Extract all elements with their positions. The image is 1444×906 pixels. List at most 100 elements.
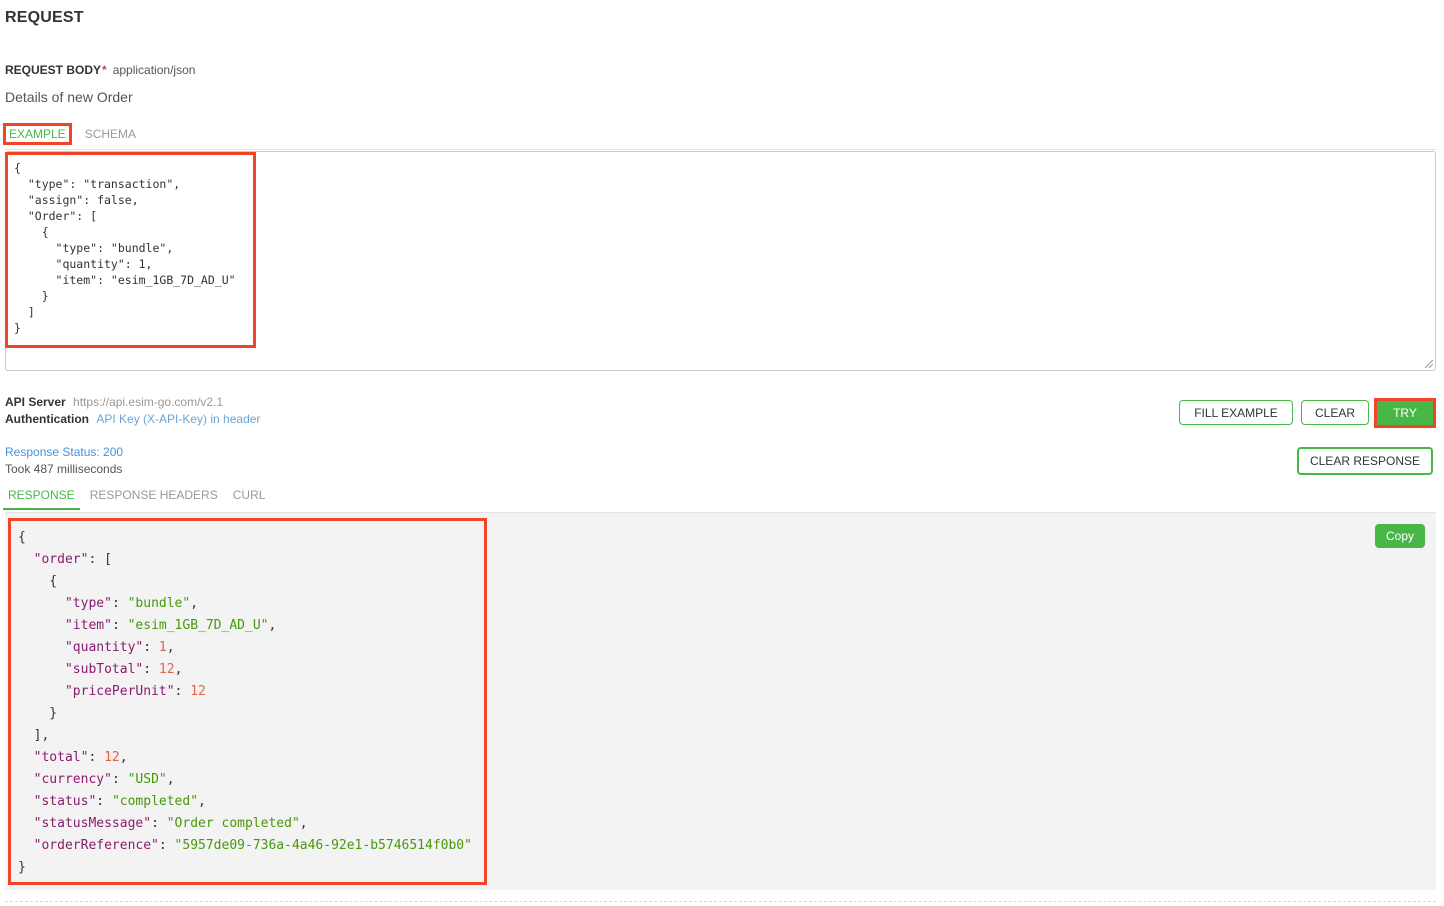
json-token: , bbox=[190, 596, 199, 611]
json-token: , bbox=[166, 640, 175, 655]
tab-response[interactable]: RESPONSE bbox=[3, 486, 80, 510]
api-server-label: API Server bbox=[5, 395, 66, 409]
code-line: ] bbox=[14, 305, 35, 319]
json-token: "type" bbox=[64, 596, 112, 611]
json-token: : bbox=[143, 640, 159, 655]
json-token: , bbox=[166, 772, 175, 787]
json-token: "esim_1GB_7D_AD_U" bbox=[127, 618, 269, 633]
code-line: "pricePerUnit": 12 bbox=[18, 681, 472, 703]
json-token: : bbox=[96, 794, 112, 809]
clear-response-button[interactable]: CLEAR RESPONSE bbox=[1297, 447, 1433, 475]
code-line: "type": "bundle", bbox=[14, 241, 174, 255]
clear-button[interactable]: CLEAR bbox=[1301, 400, 1369, 425]
code-line: "item": "esim_1GB_7D_AD_U" bbox=[14, 273, 236, 287]
json-token: "5957de09-736a-4a46-92e1-b5746514f0b0" bbox=[174, 838, 472, 853]
json-token: , bbox=[299, 816, 308, 831]
tab-curl[interactable]: CURL bbox=[228, 486, 271, 508]
json-token: : bbox=[158, 838, 175, 853]
request-example-code: { "type": "transaction", "assign": false… bbox=[14, 160, 236, 336]
section-divider bbox=[5, 901, 1436, 902]
code-line: "subTotal": 12, bbox=[18, 659, 472, 681]
tab-example[interactable]: EXAMPLE bbox=[3, 123, 72, 145]
required-mark: * bbox=[102, 63, 107, 77]
fill-example-button[interactable]: FILL EXAMPLE bbox=[1179, 400, 1293, 425]
json-token: , bbox=[198, 794, 206, 809]
json-token: "quantity" bbox=[64, 640, 144, 655]
code-line: "currency": "USD", bbox=[18, 769, 472, 791]
request-body-label: REQUEST BODY bbox=[5, 63, 102, 77]
code-line: "statusMessage": "Order completed", bbox=[18, 813, 472, 835]
request-tabs: EXAMPLE SCHEMA bbox=[3, 123, 141, 145]
json-token: "statusMessage" bbox=[33, 816, 152, 831]
json-token: "completed" bbox=[111, 794, 199, 809]
response-time: Took 487 milliseconds bbox=[5, 462, 123, 476]
authentication-label: Authentication bbox=[5, 412, 89, 426]
request-tabs-divider bbox=[5, 149, 1436, 150]
json-token: "subTotal" bbox=[64, 662, 144, 677]
response-tabs: RESPONSE RESPONSE HEADERS CURL bbox=[3, 486, 275, 510]
api-server-row: API Server https://api.esim-go.com/v2.1 bbox=[5, 395, 223, 409]
json-token: : bbox=[151, 816, 167, 831]
json-token: "orderReference" bbox=[33, 838, 159, 853]
code-line: "Order": [ bbox=[14, 209, 98, 223]
json-token: } bbox=[18, 860, 26, 875]
json-token: : bbox=[143, 662, 159, 677]
response-status: Response Status: 200 bbox=[5, 445, 124, 459]
json-token: , bbox=[268, 618, 277, 633]
json-token: } bbox=[18, 706, 58, 721]
api-server-url: https://api.esim-go.com/v2.1 bbox=[73, 395, 224, 409]
tab-schema[interactable]: SCHEMA bbox=[80, 125, 141, 143]
tab-response-headers[interactable]: RESPONSE HEADERS bbox=[85, 486, 223, 508]
json-token: "currency" bbox=[33, 772, 112, 787]
response-json-code: { "order": [ { "type": "bundle", "item":… bbox=[18, 527, 472, 879]
json-token: : bbox=[174, 684, 191, 699]
code-line: "order": [ bbox=[18, 549, 472, 571]
code-line: "quantity": 1, bbox=[14, 257, 153, 271]
code-line: ], bbox=[18, 725, 472, 747]
json-token: 12 bbox=[190, 684, 206, 699]
code-line: } bbox=[18, 857, 472, 879]
code-line: { bbox=[14, 161, 21, 175]
code-line: "quantity": 1, bbox=[18, 637, 472, 659]
authentication-row: Authentication API Key (X-API-Key) in he… bbox=[5, 412, 260, 426]
code-line: } bbox=[14, 289, 49, 303]
request-body-heading: REQUEST BODY * application/json bbox=[5, 63, 195, 77]
json-token: : bbox=[111, 596, 128, 611]
json-token: : bbox=[111, 618, 128, 633]
json-token: "status" bbox=[33, 794, 97, 809]
json-token: 12 bbox=[158, 662, 175, 677]
json-token: "pricePerUnit" bbox=[64, 684, 175, 699]
json-token: { bbox=[18, 574, 58, 589]
request-body-description: Details of new Order bbox=[5, 89, 133, 105]
code-line: } bbox=[14, 321, 21, 335]
code-line: { bbox=[18, 571, 472, 593]
authentication-link[interactable]: API Key (X-API-Key) in header bbox=[96, 412, 260, 426]
try-button[interactable]: TRY bbox=[1377, 401, 1433, 425]
json-token: "bundle" bbox=[127, 596, 191, 611]
json-token: , bbox=[119, 750, 128, 765]
code-line: "orderReference": "5957de09-736a-4a46-92… bbox=[18, 835, 472, 857]
json-token: , bbox=[174, 662, 183, 677]
code-line: } bbox=[18, 703, 472, 725]
json-token: "Order completed" bbox=[166, 816, 300, 831]
content-type: application/json bbox=[112, 63, 196, 77]
json-token: "total" bbox=[33, 750, 89, 765]
json-token: : bbox=[88, 750, 105, 765]
code-line: "total": 12, bbox=[18, 747, 472, 769]
resize-grip-icon[interactable] bbox=[1425, 360, 1433, 368]
json-token: "item" bbox=[64, 618, 112, 633]
json-token: "order" bbox=[33, 552, 89, 567]
copy-button[interactable]: Copy bbox=[1375, 524, 1425, 548]
code-line: "item": "esim_1GB_7D_AD_U", bbox=[18, 615, 472, 637]
json-token: ], bbox=[18, 728, 50, 743]
code-line: "status": "completed", bbox=[18, 791, 472, 813]
